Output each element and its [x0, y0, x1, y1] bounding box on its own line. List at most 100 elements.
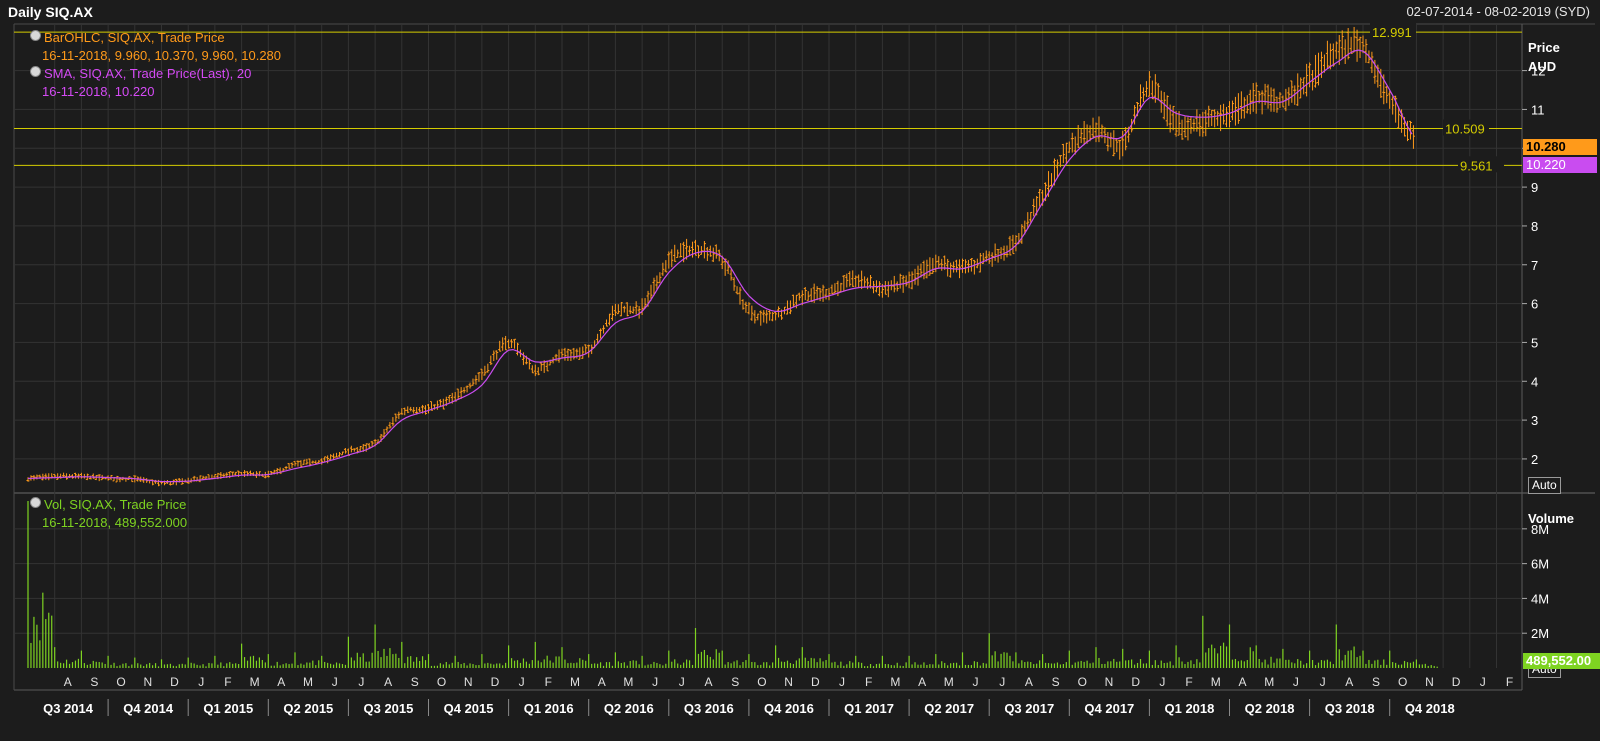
- month-label: J: [973, 675, 979, 689]
- quarter-label: Q1 2015: [203, 701, 253, 716]
- month-label: J: [839, 675, 845, 689]
- price-tick-label: 7: [1531, 258, 1538, 273]
- month-label: A: [64, 675, 72, 689]
- month-label: D: [491, 675, 500, 689]
- quarter-label: Q2 2015: [283, 701, 333, 716]
- chart-frame: 12.99110.5099.561 23456789101112 2M4M6M8…: [0, 0, 1600, 741]
- quarter-label: Q2 2018: [1245, 701, 1295, 716]
- month-label: A: [704, 675, 712, 689]
- month-label: J: [652, 675, 658, 689]
- horizontal-line-label: 9.561: [1460, 158, 1493, 173]
- quarter-label: Q4 2016: [764, 701, 814, 716]
- last-volume-tag: 489,552.00: [1523, 653, 1600, 669]
- quarter-label: Q1 2018: [1165, 701, 1215, 716]
- month-label: F: [224, 675, 231, 689]
- month-label: A: [1238, 675, 1246, 689]
- price-axis-unit: AUD: [1528, 59, 1557, 74]
- quarter-label: Q4 2018: [1405, 701, 1455, 716]
- ohlc-legend-values: 16-11-2018, 9.960, 10.370, 9.960, 10.280: [42, 48, 282, 63]
- price-tick-label: 3: [1531, 413, 1538, 428]
- sma-value-tag: 10.220: [1523, 157, 1597, 173]
- month-label: O: [1078, 675, 1087, 689]
- quarter-label: Q3 2017: [1004, 701, 1054, 716]
- quarter-label: Q2 2017: [924, 701, 974, 716]
- month-label: M: [890, 675, 900, 689]
- month-label: F: [1185, 675, 1192, 689]
- quarter-label: Q2 2016: [604, 701, 654, 716]
- month-label: A: [918, 675, 926, 689]
- month-label: O: [437, 675, 446, 689]
- month-label: M: [1211, 675, 1221, 689]
- quarter-label: Q4 2017: [1084, 701, 1134, 716]
- vol-legend-values: 16-11-2018, 489,552.000: [42, 515, 188, 530]
- price-tick-label: 11: [1531, 102, 1545, 117]
- legend-toggle-icon[interactable]: [30, 497, 41, 508]
- quarter-label: Q3 2016: [684, 701, 734, 716]
- month-label: S: [411, 675, 419, 689]
- month-label: J: [198, 675, 204, 689]
- month-label: J: [1159, 675, 1165, 689]
- volume-legend: Vol, SIQ.AX, Trade Price 16-11-2018, 489…: [30, 496, 187, 532]
- volume-tick-label: 4M: [1531, 591, 1549, 606]
- month-label: A: [1025, 675, 1033, 689]
- chart-title: Daily SIQ.AX: [8, 4, 93, 20]
- month-label: A: [384, 675, 392, 689]
- price-tick-label: 5: [1531, 335, 1538, 350]
- month-label: N: [784, 675, 793, 689]
- month-label: O: [1398, 675, 1407, 689]
- price-tick-label: 9: [1531, 180, 1538, 195]
- month-label: J: [1480, 675, 1486, 689]
- horizontal-line-label: 12.991: [1372, 25, 1412, 40]
- month-label: N: [143, 675, 152, 689]
- quarter-label: Q3 2018: [1325, 701, 1375, 716]
- month-label: A: [1345, 675, 1353, 689]
- vol-legend-name: Vol, SIQ.AX, Trade Price: [44, 497, 187, 512]
- quarter-label: Q3 2015: [364, 701, 414, 716]
- last-price-tag: 10.280: [1523, 139, 1597, 155]
- price-tick-label: 2: [1531, 452, 1538, 467]
- month-label: M: [944, 675, 954, 689]
- month-label: M: [250, 675, 260, 689]
- price-tick-label: 4: [1531, 374, 1538, 389]
- month-label: D: [1131, 675, 1140, 689]
- price-axis-title: Price: [1528, 40, 1560, 55]
- price-legend: BarOHLC, SIQ.AX, Trade Price 16-11-2018,…: [30, 29, 281, 101]
- volume-tick-label: 2M: [1531, 626, 1549, 641]
- month-label: J: [358, 675, 364, 689]
- price-tick-label: 8: [1531, 219, 1538, 234]
- price-tick-label: 6: [1531, 297, 1538, 312]
- month-label: M: [303, 675, 313, 689]
- month-label: N: [1105, 675, 1114, 689]
- month-label: F: [1506, 675, 1513, 689]
- month-label: S: [731, 675, 739, 689]
- month-label: D: [170, 675, 179, 689]
- legend-toggle-icon[interactable]: [30, 66, 41, 77]
- month-label: N: [464, 675, 473, 689]
- month-label: M: [1264, 675, 1274, 689]
- month-label: F: [545, 675, 552, 689]
- volume-axis-title: Volume: [1528, 511, 1574, 526]
- month-label: J: [332, 675, 338, 689]
- legend-toggle-icon[interactable]: [30, 30, 41, 41]
- month-label: S: [1372, 675, 1380, 689]
- quarter-label: Q4 2015: [444, 701, 494, 716]
- volume-tick-label: 6M: [1531, 557, 1549, 572]
- date-range: 02-07-2014 - 08-02-2019 (SYD): [1406, 4, 1590, 19]
- month-label: J: [679, 675, 685, 689]
- horizontal-line-label: 10.509: [1445, 122, 1485, 137]
- month-label: J: [999, 675, 1005, 689]
- ohlc-legend-name: BarOHLC, SIQ.AX, Trade Price: [44, 30, 225, 45]
- month-label: J: [1293, 675, 1299, 689]
- month-label: M: [623, 675, 633, 689]
- month-label: F: [865, 675, 872, 689]
- month-label: D: [811, 675, 820, 689]
- quarter-label: Q1 2016: [524, 701, 574, 716]
- month-label: O: [757, 675, 766, 689]
- sma-legend-name: SMA, SIQ.AX, Trade Price(Last), 20: [44, 66, 252, 81]
- month-label: D: [1452, 675, 1461, 689]
- month-label: M: [570, 675, 580, 689]
- quarter-label: Q4 2014: [123, 701, 174, 716]
- quarter-label: Q3 2014: [43, 701, 94, 716]
- price-auto-scale-button[interactable]: Auto: [1528, 477, 1561, 494]
- sma-legend-values: 16-11-2018, 10.220: [42, 84, 155, 99]
